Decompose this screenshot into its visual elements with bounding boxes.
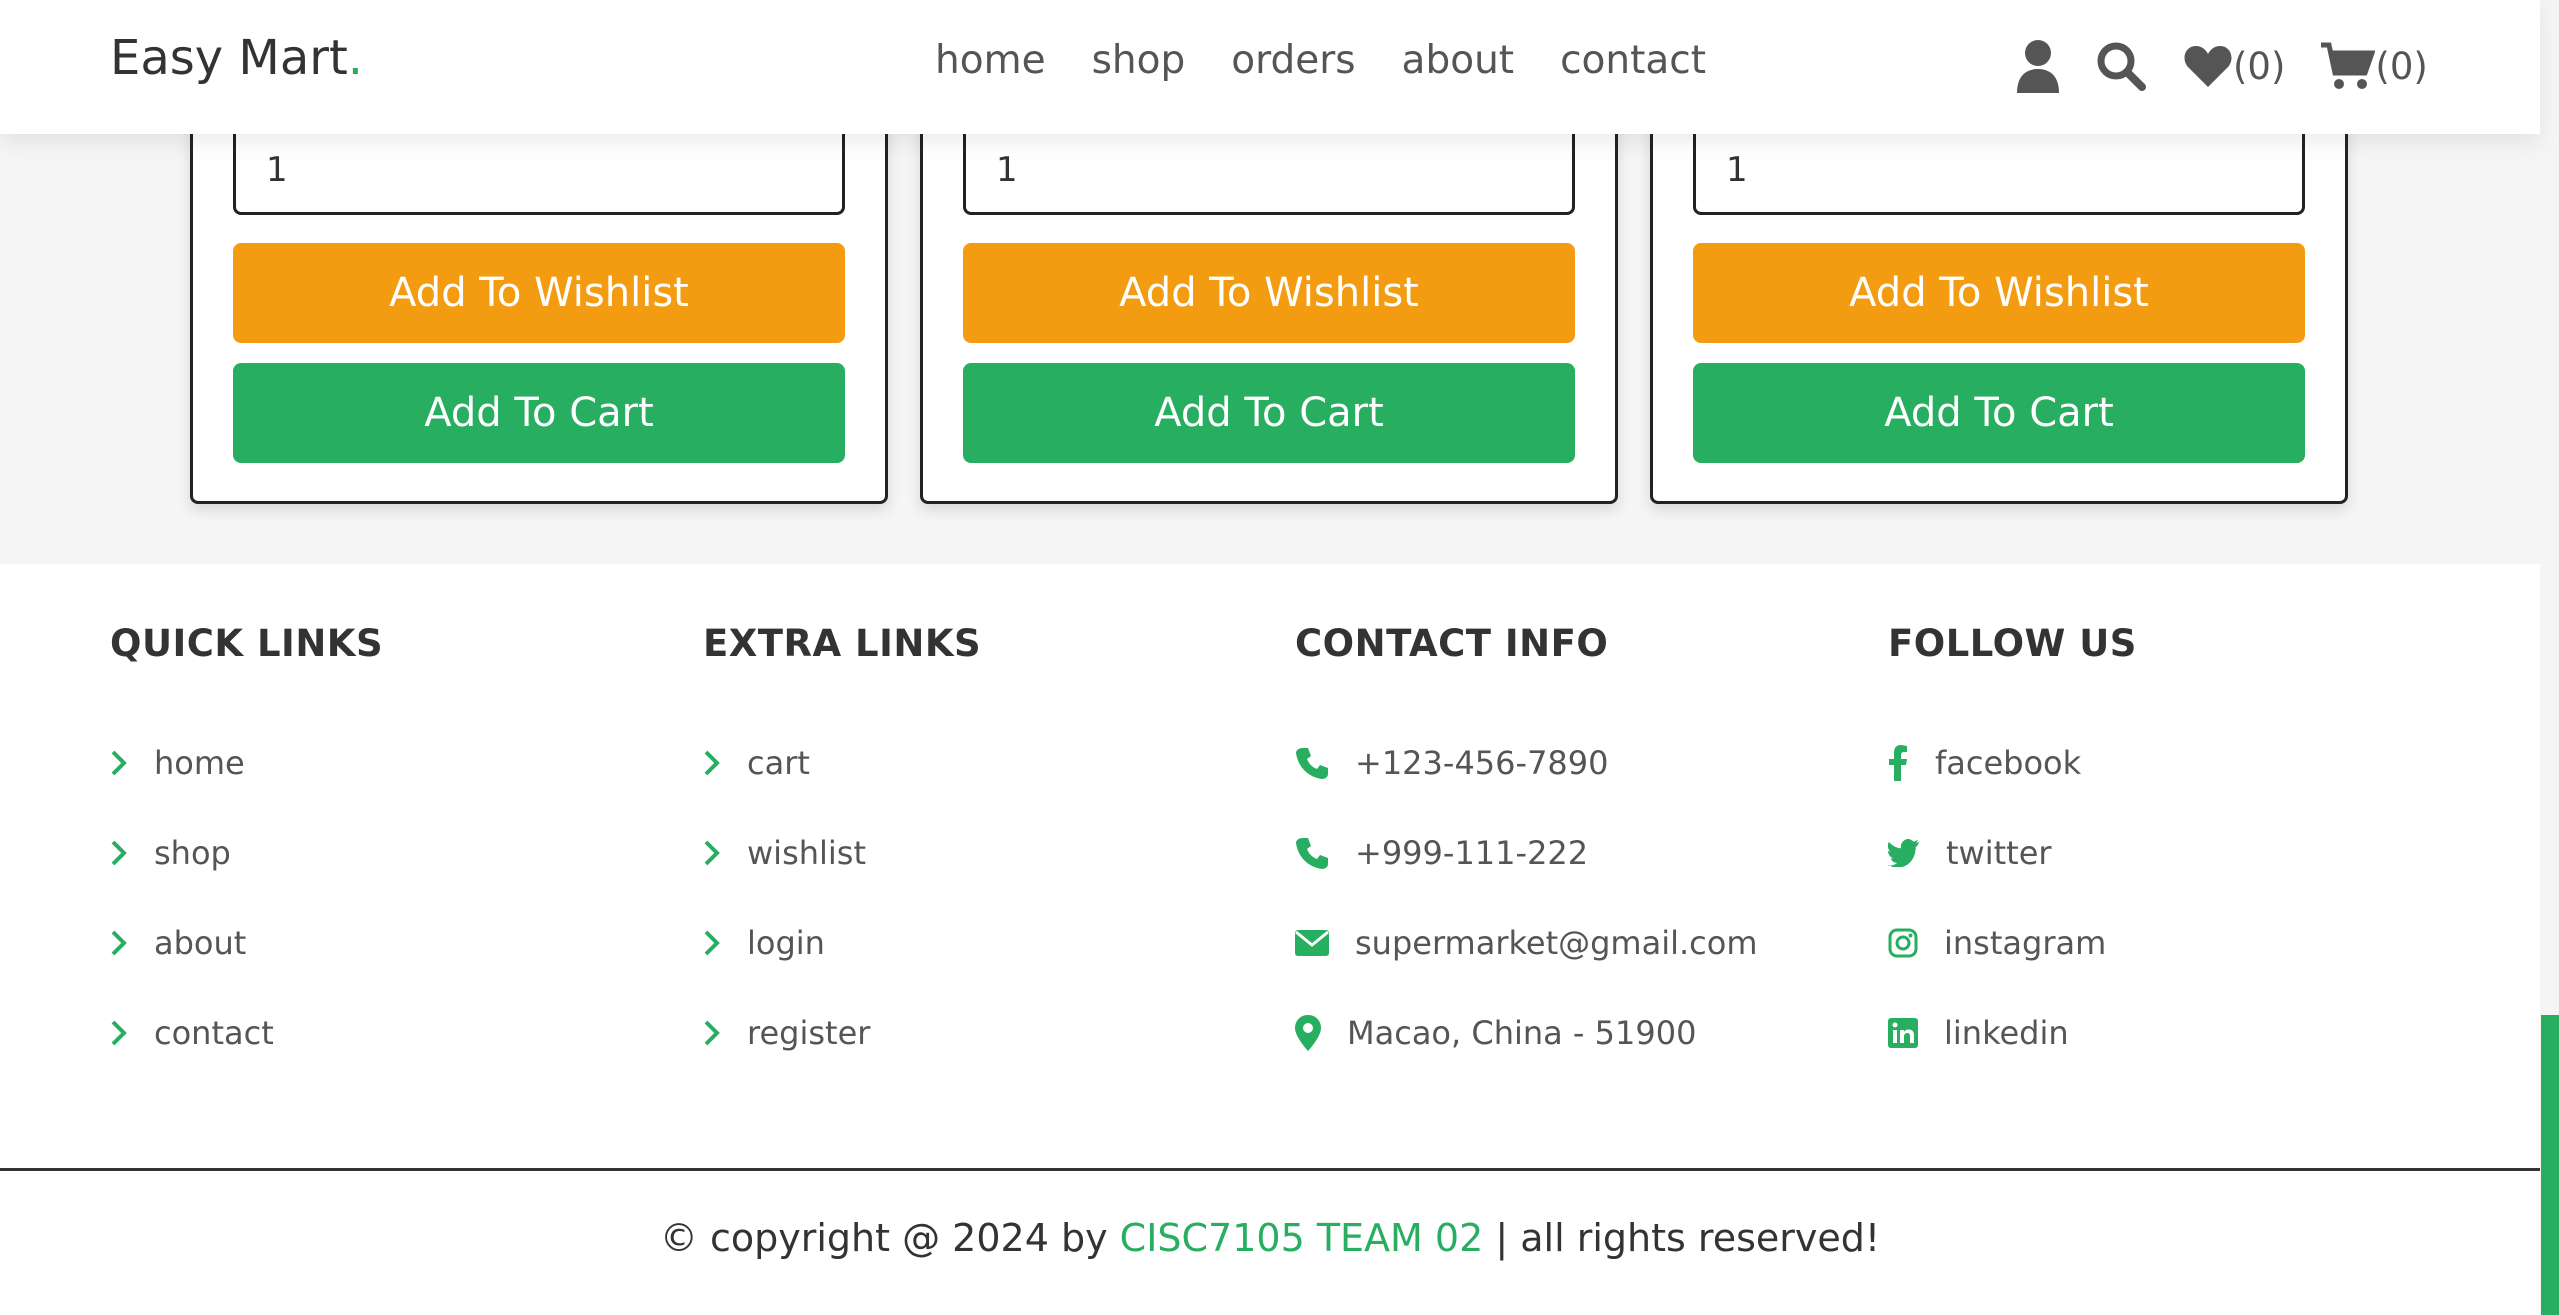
- social-label: linkedin: [1944, 1014, 2069, 1052]
- footer-link-login[interactable]: login: [703, 898, 870, 988]
- header-icons: (0) (0): [2015, 34, 2428, 98]
- footer-link-contact[interactable]: contact: [110, 988, 274, 1078]
- credit-suffix: | all rights reserved!: [1495, 1216, 1881, 1260]
- quantity-input[interactable]: 1: [233, 125, 845, 215]
- search-icon[interactable]: [2095, 40, 2147, 92]
- extra-links-column: EXTRA LINKS cart wishlist login register: [703, 622, 982, 1052]
- chevron-right-icon: [110, 1019, 154, 1047]
- twitter-icon: [1888, 839, 1946, 867]
- follow-us-title: FOLLOW US: [1888, 622, 2137, 665]
- logo[interactable]: Easy Mart.: [110, 30, 363, 86]
- quantity-input[interactable]: 1: [963, 125, 1575, 215]
- site-header: Easy Mart. home shop orders about contac…: [0, 0, 2540, 134]
- credit-prefix: © copyright @ 2024 by: [659, 1216, 1108, 1260]
- chevron-right-icon: [110, 839, 154, 867]
- facebook-icon: [1888, 745, 1935, 781]
- footer-link-home[interactable]: home: [110, 718, 274, 808]
- add-to-wishlist-button[interactable]: Add To Wishlist: [233, 243, 845, 343]
- chevron-right-icon: [703, 1019, 747, 1047]
- follow-us-list: facebook twitter instagram linkedin: [1888, 718, 2106, 1078]
- contact-info-title: CONTACT INFO: [1295, 622, 1609, 665]
- add-to-wishlist-button[interactable]: Add To Wishlist: [1693, 243, 2305, 343]
- footer-link-cart[interactable]: cart: [703, 718, 870, 808]
- contact-info-list: +123-456-7890 +999-111-222 supermarket@g…: [1295, 718, 1758, 1078]
- footer-divider: [0, 1168, 2540, 1171]
- site-footer: QUICK LINKS home shop about contact EXTR…: [0, 564, 2540, 1315]
- social-linkedin[interactable]: linkedin: [1888, 988, 2106, 1078]
- social-instagram[interactable]: instagram: [1888, 898, 2106, 988]
- instagram-icon: [1888, 928, 1944, 958]
- footer-link-register[interactable]: register: [703, 988, 870, 1078]
- scrollbar-thumb[interactable]: [2541, 1015, 2559, 1315]
- link-label: register: [747, 1014, 871, 1052]
- contact-address[interactable]: Macao, China - 51900: [1295, 988, 1758, 1078]
- credit-team: CISC7105 TEAM 02: [1119, 1216, 1484, 1260]
- shopping-cart-icon: [2319, 41, 2376, 91]
- phone-icon: [1295, 836, 1355, 870]
- nav-home[interactable]: home: [935, 38, 1046, 83]
- link-label: contact: [154, 1014, 274, 1052]
- social-label: facebook: [1935, 744, 2082, 782]
- footer-link-about[interactable]: about: [110, 898, 274, 988]
- nav-orders[interactable]: orders: [1231, 38, 1355, 83]
- link-label: home: [154, 744, 245, 782]
- chevron-right-icon: [703, 929, 747, 957]
- follow-us-column: FOLLOW US facebook twitter instagram lin…: [1888, 622, 2137, 1052]
- copyright-credit: © copyright @ 2024 by CISC7105 TEAM 02 |…: [0, 1216, 2540, 1260]
- add-to-wishlist-button[interactable]: Add To Wishlist: [963, 243, 1575, 343]
- quantity-input[interactable]: 1: [1693, 125, 2305, 215]
- social-facebook[interactable]: facebook: [1888, 718, 2106, 808]
- cart-count: (0): [2375, 44, 2428, 88]
- contact-label: +123-456-7890: [1355, 744, 1609, 782]
- contact-label: Macao, China - 51900: [1347, 1014, 1697, 1052]
- contact-phone-2[interactable]: +999-111-222: [1295, 808, 1758, 898]
- contact-email[interactable]: supermarket@gmail.com: [1295, 898, 1758, 988]
- extra-links-title: EXTRA LINKS: [703, 622, 982, 665]
- link-label: login: [747, 924, 825, 962]
- social-twitter[interactable]: twitter: [1888, 808, 2106, 898]
- heart-icon: [2183, 43, 2233, 89]
- social-label: instagram: [1944, 924, 2107, 962]
- contact-phone-1[interactable]: +123-456-7890: [1295, 718, 1758, 808]
- add-to-cart-button[interactable]: Add To Cart: [233, 363, 845, 463]
- quick-links-column: QUICK LINKS home shop about contact: [110, 622, 384, 1052]
- footer-link-shop[interactable]: shop: [110, 808, 274, 898]
- add-to-cart-button[interactable]: Add To Cart: [1693, 363, 2305, 463]
- quick-links-title: QUICK LINKS: [110, 622, 384, 665]
- nav-shop[interactable]: shop: [1092, 38, 1186, 83]
- link-label: shop: [154, 834, 231, 872]
- contact-info-column: CONTACT INFO +123-456-7890 +999-111-222 …: [1295, 622, 1758, 1052]
- chevron-right-icon: [703, 749, 747, 777]
- nav-about[interactable]: about: [1402, 38, 1515, 83]
- user-icon[interactable]: [2015, 39, 2061, 93]
- link-label: cart: [747, 744, 810, 782]
- wishlist-count: (0): [2233, 44, 2286, 88]
- envelope-icon: [1295, 930, 1355, 956]
- logo-text: Easy Mart: [110, 30, 348, 86]
- link-label: wishlist: [747, 834, 867, 872]
- chevron-right-icon: [703, 839, 747, 867]
- quick-links-list: home shop about contact: [110, 718, 274, 1078]
- linkedin-icon: [1888, 1018, 1944, 1048]
- nav-contact[interactable]: contact: [1560, 38, 1706, 83]
- contact-label: supermarket@gmail.com: [1355, 924, 1758, 962]
- link-label: about: [154, 924, 247, 962]
- contact-label: +999-111-222: [1355, 834, 1589, 872]
- wishlist-link[interactable]: (0): [2183, 43, 2285, 89]
- map-marker-icon: [1295, 1015, 1347, 1051]
- social-label: twitter: [1946, 834, 2052, 872]
- add-to-cart-button[interactable]: Add To Cart: [963, 363, 1575, 463]
- chevron-right-icon: [110, 749, 154, 777]
- main-nav: home shop orders about contact: [935, 38, 1706, 83]
- footer-link-wishlist[interactable]: wishlist: [703, 808, 870, 898]
- cart-link[interactable]: (0): [2319, 41, 2428, 91]
- extra-links-list: cart wishlist login register: [703, 718, 870, 1078]
- chevron-right-icon: [110, 929, 154, 957]
- logo-dot: .: [347, 30, 364, 86]
- phone-icon: [1295, 746, 1355, 780]
